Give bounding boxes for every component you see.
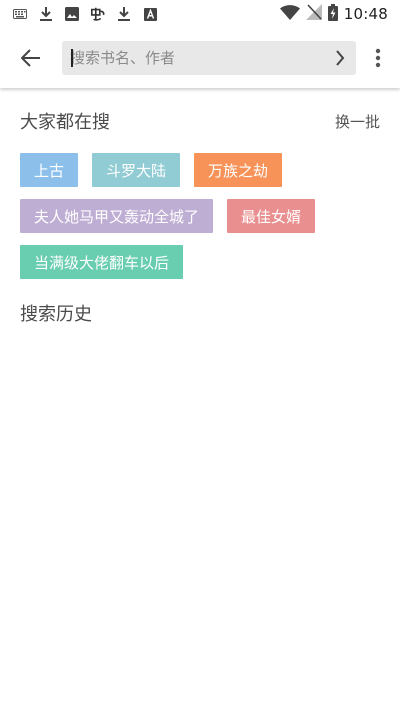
no-signal-icon: [305, 4, 322, 24]
app-icon: [90, 6, 106, 22]
hot-search-tag[interactable]: 上古: [20, 153, 79, 187]
battery-charging-icon: [327, 3, 338, 25]
search-history-header: 搜索历史: [20, 300, 380, 326]
search-submit-button[interactable]: [324, 41, 356, 75]
hot-search-tag[interactable]: 最佳女婿: [227, 199, 316, 233]
tag-label: 当满级大佬翻车以后: [34, 253, 170, 272]
hot-search-tags: 上古 斗罗大陆 万族之劫 夫人她马甲又轰动全城了 最佳女婿 当满级大佬翻车以后: [20, 153, 380, 279]
search-toolbar: [0, 28, 400, 88]
tag-label: 夫人她马甲又轰动全城了: [34, 207, 200, 226]
image-icon: [64, 6, 80, 22]
hot-search-title: 大家都在搜: [20, 112, 110, 133]
tag-label: 万族之劫: [208, 161, 269, 180]
status-bar: 10:48: [0, 0, 400, 28]
search-box[interactable]: [62, 41, 356, 75]
tag-label: 上古: [34, 161, 65, 180]
arrow-left-icon: [21, 49, 40, 67]
notification-icons: [12, 6, 158, 22]
refresh-button[interactable]: 换一批: [335, 111, 380, 132]
hot-search-tag[interactable]: 斗罗大陆: [92, 153, 181, 187]
tag-label: 最佳女婿: [241, 207, 302, 226]
hot-search-header: 大家都在搜 换一批: [20, 108, 380, 134]
more-vertical-icon: [375, 48, 381, 68]
chevron-right-icon: [336, 50, 345, 66]
hot-search-tag[interactable]: 万族之劫: [194, 153, 283, 187]
wifi-icon: [279, 4, 300, 24]
font-icon: [142, 6, 158, 22]
search-history-title: 搜索历史: [20, 304, 92, 325]
download-icon: [38, 6, 54, 22]
more-options-button[interactable]: [356, 28, 400, 88]
keyboard-icon: [12, 6, 28, 22]
text-cursor: [71, 49, 73, 67]
search-input[interactable]: [70, 41, 324, 75]
tag-label: 斗罗大陆: [106, 161, 167, 180]
status-time: 10:48: [343, 5, 388, 23]
system-icons: 10:48: [279, 3, 388, 25]
download-icon: [116, 6, 132, 22]
hot-search-tag[interactable]: 夫人她马甲又轰动全城了: [20, 199, 214, 233]
back-button[interactable]: [0, 28, 62, 88]
hot-search-tag[interactable]: 当满级大佬翻车以后: [20, 245, 184, 279]
